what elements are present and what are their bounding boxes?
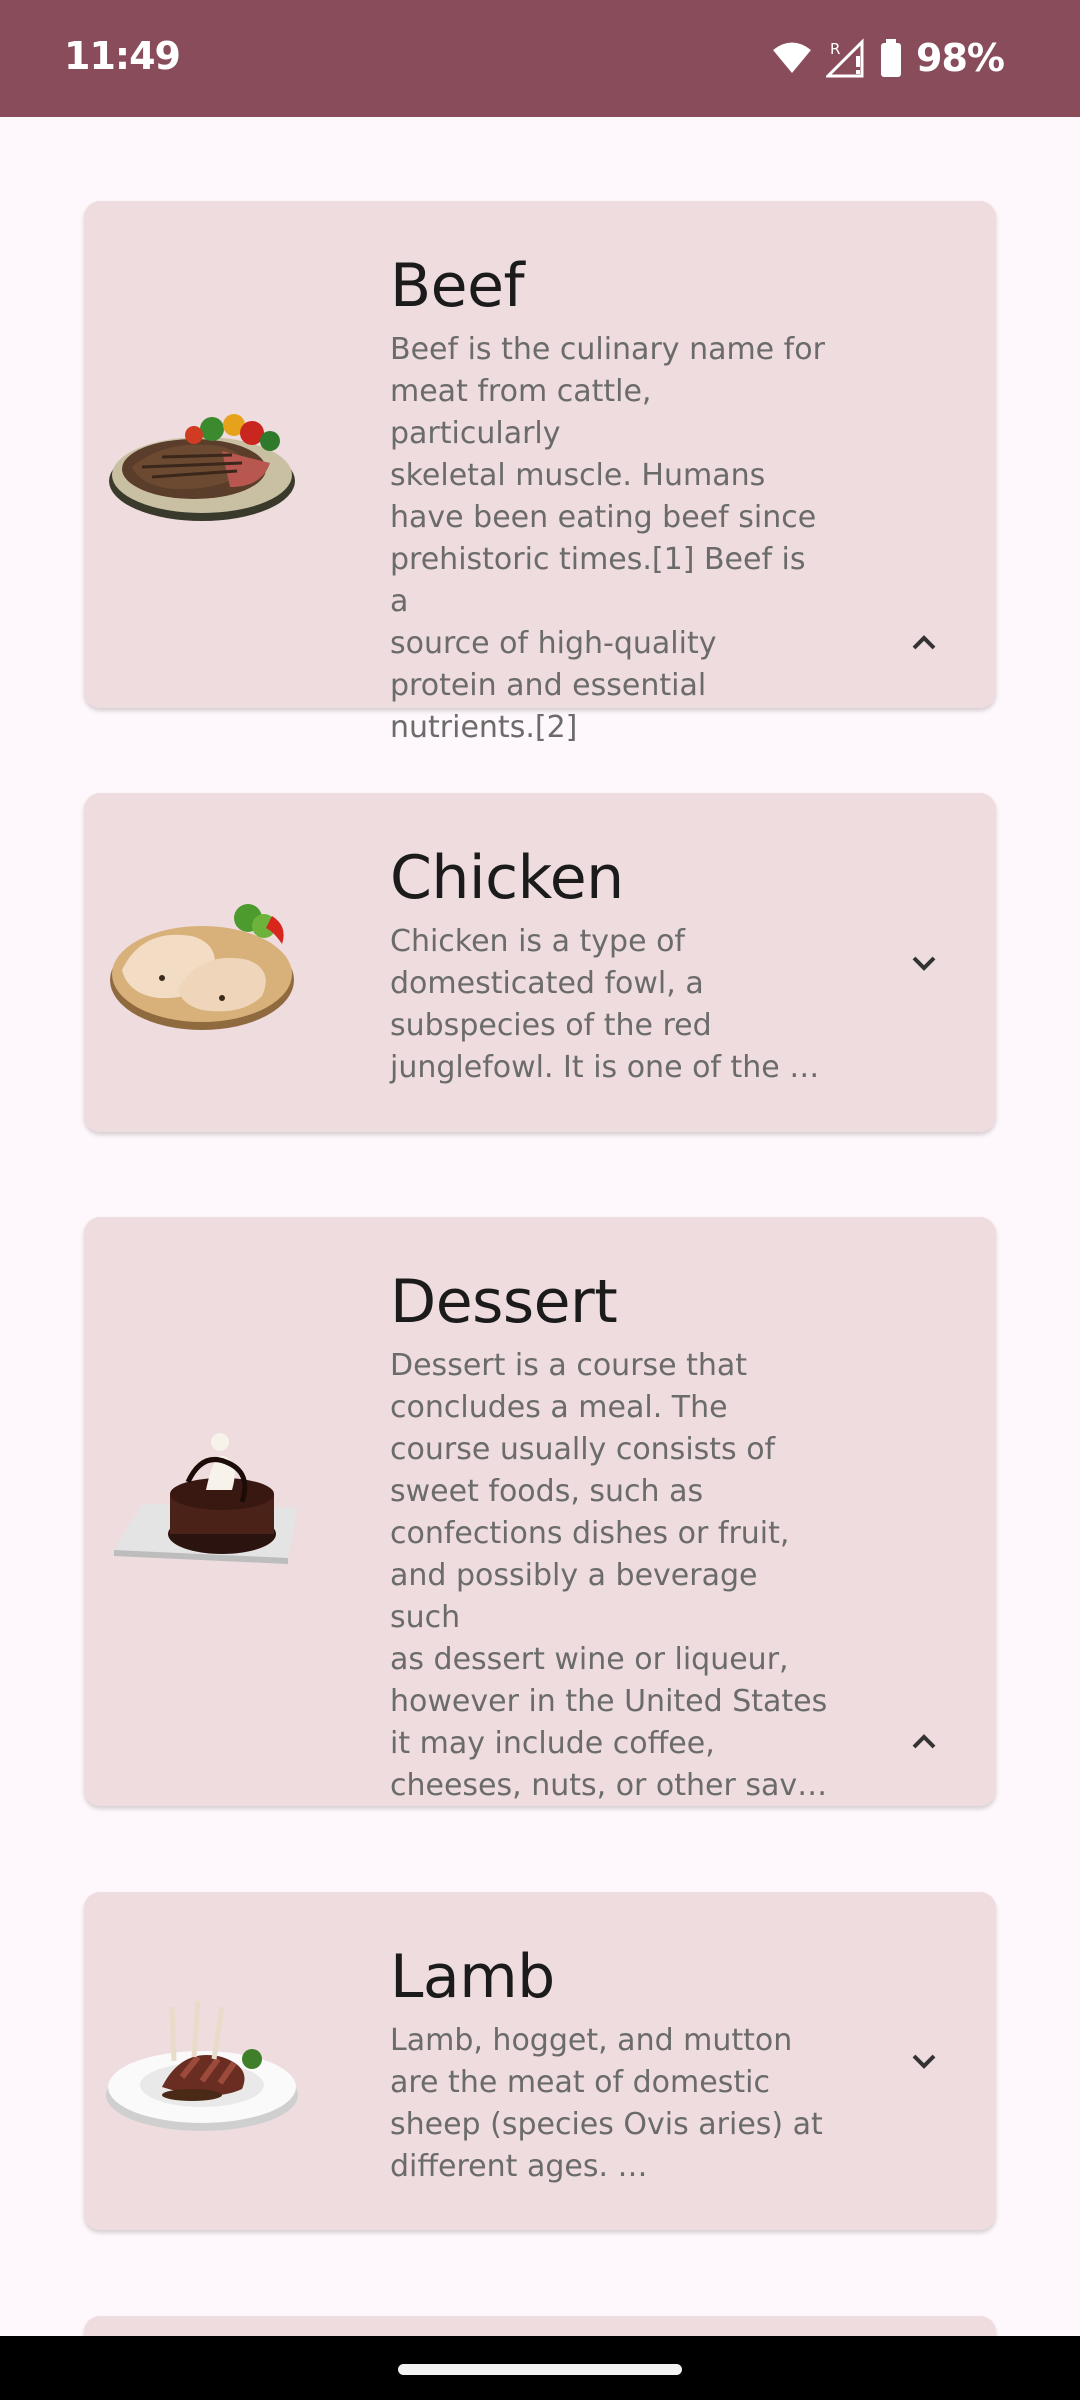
category-card-chicken[interactable]: Chicken Chicken is a type of domesticate…	[84, 793, 996, 1132]
gesture-handle[interactable]	[398, 2364, 682, 2375]
lamb-chops-plate-icon	[106, 2000, 298, 2131]
card-description: Dessert is a course that concludes a mea…	[390, 1348, 828, 1803]
navigation-bar	[0, 2336, 1080, 2400]
category-card-beef[interactable]: Beef Beef is the culinary name for meat …	[84, 201, 996, 745]
chevron-up-icon	[912, 1734, 936, 1749]
status-time: 11:49	[64, 34, 181, 78]
card-description: Chicken is a type of domesticated fowl, …	[390, 924, 820, 1085]
chicken-legs-board-icon	[110, 904, 294, 1030]
card-title: Chicken	[390, 843, 624, 913]
status-icons: R 98%	[772, 34, 1005, 82]
status-bar: 11:49 R 98%	[0, 0, 1080, 117]
card-description: Beef is the culinary name for meat from …	[390, 332, 825, 745]
expand-button[interactable]	[904, 2041, 944, 2081]
card-title: Lamb	[390, 1942, 555, 2012]
wifi-icon	[773, 42, 812, 73]
card-title: Beef	[390, 251, 525, 321]
cellular-signal-icon: R	[826, 38, 864, 78]
chevron-down-icon	[912, 956, 936, 971]
chevron-down-icon	[912, 2054, 936, 2069]
category-card-dessert[interactable]: Dessert Dessert is a course that conclud…	[84, 1217, 996, 1806]
battery-percent: 98%	[916, 36, 1005, 80]
signal-badge: R	[830, 40, 840, 58]
beef-steak-plate-icon	[109, 414, 295, 521]
category-card-lamb[interactable]: Lamb Lamb, hogget, and mutton are the me…	[84, 1892, 996, 2230]
collapse-button[interactable]	[904, 1722, 944, 1762]
chevron-up-icon	[912, 635, 936, 650]
card-title: Dessert	[390, 1267, 618, 1337]
expand-button[interactable]	[904, 943, 944, 983]
battery-icon	[881, 39, 902, 77]
chocolate-cake-plate-icon	[114, 1433, 298, 1564]
card-description: Lamb, hogget, and mutton are the meat of…	[390, 2023, 823, 2184]
collapse-button[interactable]	[904, 623, 944, 663]
